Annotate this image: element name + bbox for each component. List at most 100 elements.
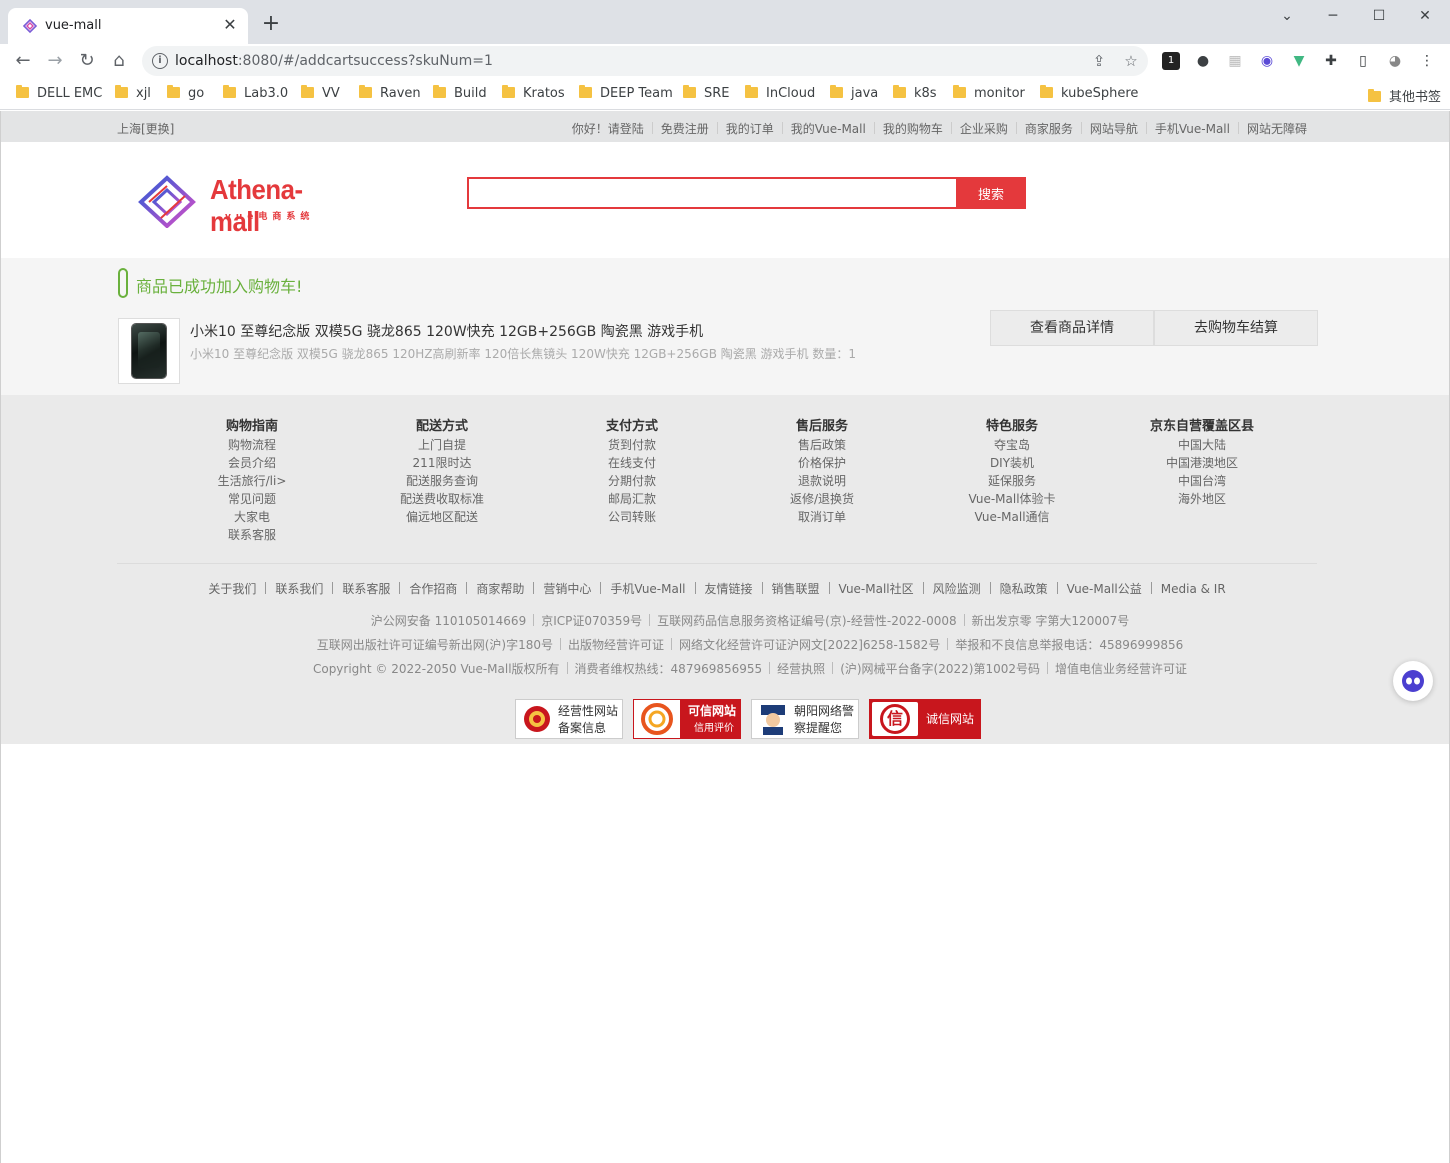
profile-avatar-icon[interactable]: ◕ [1386, 52, 1404, 70]
footer-link[interactable]: 大家电 [157, 508, 347, 526]
side-panel-icon[interactable]: ▯ [1354, 52, 1372, 70]
new-tab-button[interactable]: + [258, 12, 284, 38]
badge-police-notice[interactable]: 朝阳网络警 察提醒您 [751, 699, 859, 739]
license-link[interactable]: 互联网药品信息服务资格证编号(京)-经营性-2022-0008 [657, 614, 956, 628]
topbar-link[interactable]: 我的购物车 [883, 122, 943, 136]
license-link[interactable]: (沪)网械平台备字(2022)第1002号码 [840, 662, 1040, 676]
badge-integrity-site[interactable]: 信 诚信网站 [869, 699, 981, 739]
footer-bottom-link[interactable]: 商家帮助 [476, 582, 524, 596]
bookmark-item[interactable]: DELL EMC [16, 85, 102, 102]
reload-icon[interactable]: ↻ [74, 48, 100, 74]
footer-link[interactable]: 偏远地区配送 [347, 508, 537, 526]
bookmark-item[interactable]: Raven [359, 85, 421, 102]
license-link[interactable]: 互联网出版社许可证编号新出网(沪)字180号 [317, 638, 553, 652]
footer-bottom-link[interactable]: 营销中心 [543, 582, 591, 596]
license-link[interactable]: 沪公网安备 110105014669 [371, 614, 526, 628]
maximize-button[interactable]: ☐ [1356, 4, 1402, 28]
search-input[interactable] [469, 179, 956, 207]
topbar-link[interactable]: 我的订单 [726, 122, 774, 136]
footer-bottom-link[interactable]: 风险监测 [933, 582, 981, 596]
license-link[interactable]: Copyright © 2022-2050 Vue-Mall版权所有 [313, 662, 560, 676]
badge-record-info[interactable]: 经营性网站 备案信息 [515, 699, 623, 739]
license-link[interactable]: 网络文化经营许可证沪网文[2022]6258-1582号 [679, 638, 940, 652]
license-link[interactable]: 新出发京零 字第大120007号 [972, 614, 1130, 628]
footer-bottom-link[interactable]: 销售联盟 [772, 582, 820, 596]
view-detail-button[interactable]: 查看商品详情 [990, 310, 1154, 346]
extension-ring-icon[interactable]: ● [1194, 52, 1212, 70]
footer-link[interactable]: 配送费收取标准 [347, 490, 537, 508]
footer-bottom-link[interactable]: Media & IR [1161, 582, 1226, 596]
bookmark-star-icon[interactable]: ☆ [1122, 52, 1140, 70]
back-arrow-icon[interactable]: ← [10, 48, 36, 74]
topbar-link[interactable]: 你好！请登陆 [572, 122, 644, 136]
license-link[interactable]: 经营执照 [777, 662, 825, 676]
footer-link[interactable]: Vue-Mall体验卡 [917, 490, 1107, 508]
bookmark-item[interactable]: xjl [115, 85, 151, 102]
extension-face-icon[interactable]: ◉ [1258, 52, 1276, 70]
footer-link[interactable]: 返修/退换货 [727, 490, 917, 508]
footer-link[interactable]: 中国大陆 [1107, 436, 1297, 454]
url-text[interactable]: localhost:8080/#/addcartsuccess?skuNum=1 [175, 53, 493, 69]
topbar-link[interactable]: 网站导航 [1090, 122, 1138, 136]
footer-link[interactable]: 在线支付 [537, 454, 727, 472]
go-to-cart-button[interactable]: 去购物车结算 [1154, 310, 1318, 346]
footer-link[interactable]: 常见问题 [157, 490, 347, 508]
footer-link[interactable]: 配送服务查询 [347, 472, 537, 490]
bookmark-item[interactable]: DEEP Team [579, 85, 673, 102]
bookmark-item[interactable]: go [167, 85, 204, 102]
product-thumbnail[interactable] [118, 318, 180, 384]
footer-link[interactable]: 货到付款 [537, 436, 727, 454]
footer-link[interactable]: 退款说明 [727, 472, 917, 490]
footer-link[interactable]: 海外地区 [1107, 490, 1297, 508]
footer-link[interactable]: Vue-Mall通信 [917, 508, 1107, 526]
footer-link[interactable]: 公司转账 [537, 508, 727, 526]
footer-bottom-link[interactable]: Vue-Mall公益 [1067, 582, 1142, 596]
footer-link[interactable]: 延保服务 [917, 472, 1107, 490]
site-info-icon[interactable]: i [152, 53, 168, 69]
license-link[interactable]: 出版物经营许可证 [568, 638, 664, 652]
tab-search-chevron-icon[interactable]: ⌄ [1264, 4, 1310, 28]
footer-bottom-link[interactable]: 联系我们 [275, 582, 323, 596]
minimize-button[interactable]: ─ [1310, 4, 1356, 28]
bookmark-item[interactable]: InCloud [745, 85, 815, 102]
license-link[interactable]: 京ICP证070359号 [541, 614, 642, 628]
footer-link[interactable]: 购物流程 [157, 436, 347, 454]
bookmark-item[interactable]: Lab3.0 [223, 85, 288, 102]
footer-bottom-link[interactable]: Vue-Mall社区 [839, 582, 914, 596]
footer-bottom-link[interactable]: 隐私政策 [1000, 582, 1048, 596]
bookmark-item[interactable]: kubeSphere [1040, 85, 1138, 102]
footer-link[interactable]: 上门自提 [347, 436, 537, 454]
browser-tab[interactable]: vue-mall ✕ [8, 8, 248, 44]
footer-link[interactable]: DIY装机 [917, 454, 1107, 472]
extension-badge-icon[interactable]: 1 [1162, 52, 1180, 70]
tab-close-icon[interactable]: ✕ [220, 15, 240, 35]
home-icon[interactable]: ⌂ [106, 48, 132, 74]
footer-link[interactable]: 会员介绍 [157, 454, 347, 472]
bookmark-item[interactable]: Build [433, 85, 487, 102]
footer-link[interactable]: 夺宝岛 [917, 436, 1107, 454]
license-link[interactable]: 增值电信业务经营许可证 [1055, 662, 1187, 676]
bookmark-item[interactable]: SRE [683, 85, 730, 102]
product-title[interactable]: 小米10 至尊纪念版 双模5G 骁龙865 120W快充 12GB+256GB … [190, 321, 703, 341]
vue-devtools-icon[interactable]: ▼ [1290, 52, 1308, 70]
footer-link[interactable]: 中国港澳地区 [1107, 454, 1297, 472]
footer-link[interactable]: 分期付款 [537, 472, 727, 490]
topbar-link[interactable]: 手机Vue-Mall [1155, 122, 1230, 136]
footer-link[interactable]: 价格保护 [727, 454, 917, 472]
bookmark-item[interactable]: Kratos [502, 85, 565, 102]
badge-trusted-site[interactable]: 可信网站 信用评价 [633, 699, 741, 739]
bookmark-item[interactable]: VV [301, 85, 340, 102]
topbar-link[interactable]: 商家服务 [1025, 122, 1073, 136]
footer-bottom-link[interactable]: 联系客服 [342, 582, 390, 596]
footer-bottom-link[interactable]: 合作招商 [409, 582, 457, 596]
footer-link[interactable]: 售后政策 [727, 436, 917, 454]
forward-arrow-icon[interactable]: → [42, 48, 68, 74]
address-bar[interactable]: i localhost:8080/#/addcartsuccess?skuNum… [142, 46, 1148, 76]
footer-bottom-link[interactable]: 手机Vue-Mall [610, 582, 685, 596]
bookmark-item[interactable]: java [830, 85, 878, 102]
close-window-button[interactable]: ✕ [1402, 4, 1448, 28]
footer-link[interactable]: 211限时达 [347, 454, 537, 472]
topbar-link[interactable]: 我的Vue-Mall [791, 122, 866, 136]
city-switcher[interactable]: 上海[更换] [117, 120, 174, 137]
footer-bottom-link[interactable]: 友情链接 [705, 582, 753, 596]
